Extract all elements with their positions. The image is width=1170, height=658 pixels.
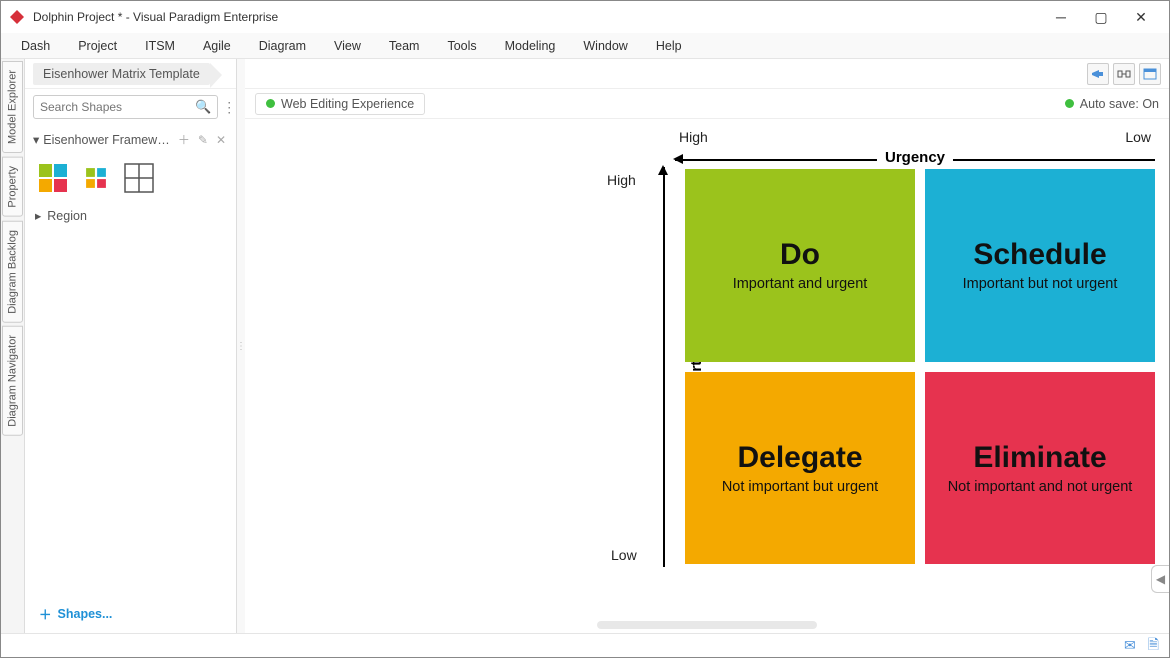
expand-icon: ▸ xyxy=(35,208,41,223)
titlebar: Dolphin Project * - Visual Paradigm Ente… xyxy=(1,1,1169,33)
menu-itsm[interactable]: ITSM xyxy=(133,36,187,56)
app-logo-icon xyxy=(9,9,25,25)
menu-view[interactable]: View xyxy=(322,36,373,56)
quadrant-eliminate[interactable]: Eliminate Not important and not urgent xyxy=(925,372,1155,565)
panel-collapse-button[interactable]: ◀ xyxy=(1151,565,1169,593)
vtab-diagram-backlog[interactable]: Diagram Backlog xyxy=(2,221,23,323)
layout-icon[interactable] xyxy=(1113,63,1135,85)
sidebar: Eisenhower Matrix Template 🔍 ⋮ ▾ Eisenho… xyxy=(25,59,237,633)
urgency-axis-label: Urgency xyxy=(877,149,953,166)
tree-item-region[interactable]: ▸ Region xyxy=(25,202,236,229)
diagram-canvas[interactable]: High Low Urgency Importance High Low Do … xyxy=(245,119,1169,633)
breadcrumb: Eisenhower Matrix Template xyxy=(25,59,236,89)
urgency-low-label: Low xyxy=(1125,129,1151,145)
minimize-button[interactable]: ─ xyxy=(1041,3,1081,31)
menu-dash[interactable]: Dash xyxy=(9,36,62,56)
menu-diagram[interactable]: Diagram xyxy=(247,36,318,56)
status-dot-icon xyxy=(266,99,275,108)
horizontal-scrollbar[interactable] xyxy=(597,621,817,629)
panel-icon[interactable] xyxy=(1139,63,1161,85)
importance-axis: Importance xyxy=(653,167,675,567)
menu-help[interactable]: Help xyxy=(644,36,694,56)
shape-matrix-colored-icon[interactable] xyxy=(37,162,69,194)
web-editing-pill[interactable]: Web Editing Experience xyxy=(255,93,425,115)
search-input[interactable] xyxy=(40,100,195,114)
shape-matrix-outline-icon[interactable] xyxy=(123,162,155,194)
side-tabs: Model Explorer Property Diagram Backlog … xyxy=(1,59,25,633)
shapes-button[interactable]: ＋ Shapes... xyxy=(25,594,236,633)
canvas-area: Web Editing Experience Auto save: On Hig… xyxy=(245,59,1169,633)
menubar: Dash Project ITSM Agile Diagram View Tea… xyxy=(1,33,1169,59)
megaphone-icon[interactable] xyxy=(1087,63,1109,85)
search-shapes-box[interactable]: 🔍 xyxy=(33,95,218,119)
importance-high-label: High xyxy=(607,172,636,188)
breadcrumb-item[interactable]: Eisenhower Matrix Template xyxy=(33,63,210,85)
canvas-toolbar xyxy=(245,59,1169,89)
menu-window[interactable]: Window xyxy=(571,36,639,56)
sidebar-resize-handle[interactable]: ⋮ xyxy=(237,59,245,633)
statusbar: ✉ 🗎 xyxy=(1,633,1169,657)
menu-team[interactable]: Team xyxy=(377,36,432,56)
shape-matrix-small-icon[interactable] xyxy=(85,167,107,189)
quadrant-delegate[interactable]: Delegate Not important but urgent xyxy=(685,372,915,565)
quadrant-schedule[interactable]: Schedule Important but not urgent xyxy=(925,169,1155,362)
autosave-dot-icon xyxy=(1065,99,1074,108)
eisenhower-grid: Do Important and urgent Schedule Importa… xyxy=(685,169,1155,564)
add-icon[interactable]: ＋ xyxy=(176,131,192,148)
note-icon[interactable]: 🗎 xyxy=(1148,634,1159,658)
vtab-property[interactable]: Property xyxy=(2,157,23,217)
shape-palette xyxy=(25,154,236,202)
menu-project[interactable]: Project xyxy=(66,36,129,56)
close-button[interactable]: ✕ xyxy=(1121,3,1161,31)
collapse-icon: ▾ xyxy=(33,132,39,147)
maximize-button[interactable]: ▢ xyxy=(1081,3,1121,31)
tree-header-label: Eisenhower Framew… xyxy=(43,133,172,147)
tree-header[interactable]: ▾ Eisenhower Framew… ＋ ✎ ✕ xyxy=(25,125,236,154)
close-icon[interactable]: ✕ xyxy=(214,133,228,147)
vtab-model-explorer[interactable]: Model Explorer xyxy=(2,61,23,153)
search-icon[interactable]: 🔍 xyxy=(195,99,211,115)
tree-item-label: Region xyxy=(47,209,87,223)
plus-icon: ＋ xyxy=(39,604,52,623)
menu-agile[interactable]: Agile xyxy=(191,36,243,56)
canvas-status-bar: Web Editing Experience Auto save: On xyxy=(245,89,1169,119)
mail-icon[interactable]: ✉ xyxy=(1124,637,1136,654)
importance-low-label: Low xyxy=(611,547,637,563)
edit-icon[interactable]: ✎ xyxy=(196,133,210,147)
quadrant-do[interactable]: Do Important and urgent xyxy=(685,169,915,362)
window-title: Dolphin Project * - Visual Paradigm Ente… xyxy=(33,10,1041,24)
urgency-high-label: High xyxy=(679,129,708,145)
search-menu-icon[interactable]: ⋮ xyxy=(222,99,236,116)
vtab-diagram-navigator[interactable]: Diagram Navigator xyxy=(2,326,23,436)
menu-modeling[interactable]: Modeling xyxy=(493,36,568,56)
menu-tools[interactable]: Tools xyxy=(435,36,488,56)
autosave-label: Auto save: On xyxy=(1080,97,1159,111)
